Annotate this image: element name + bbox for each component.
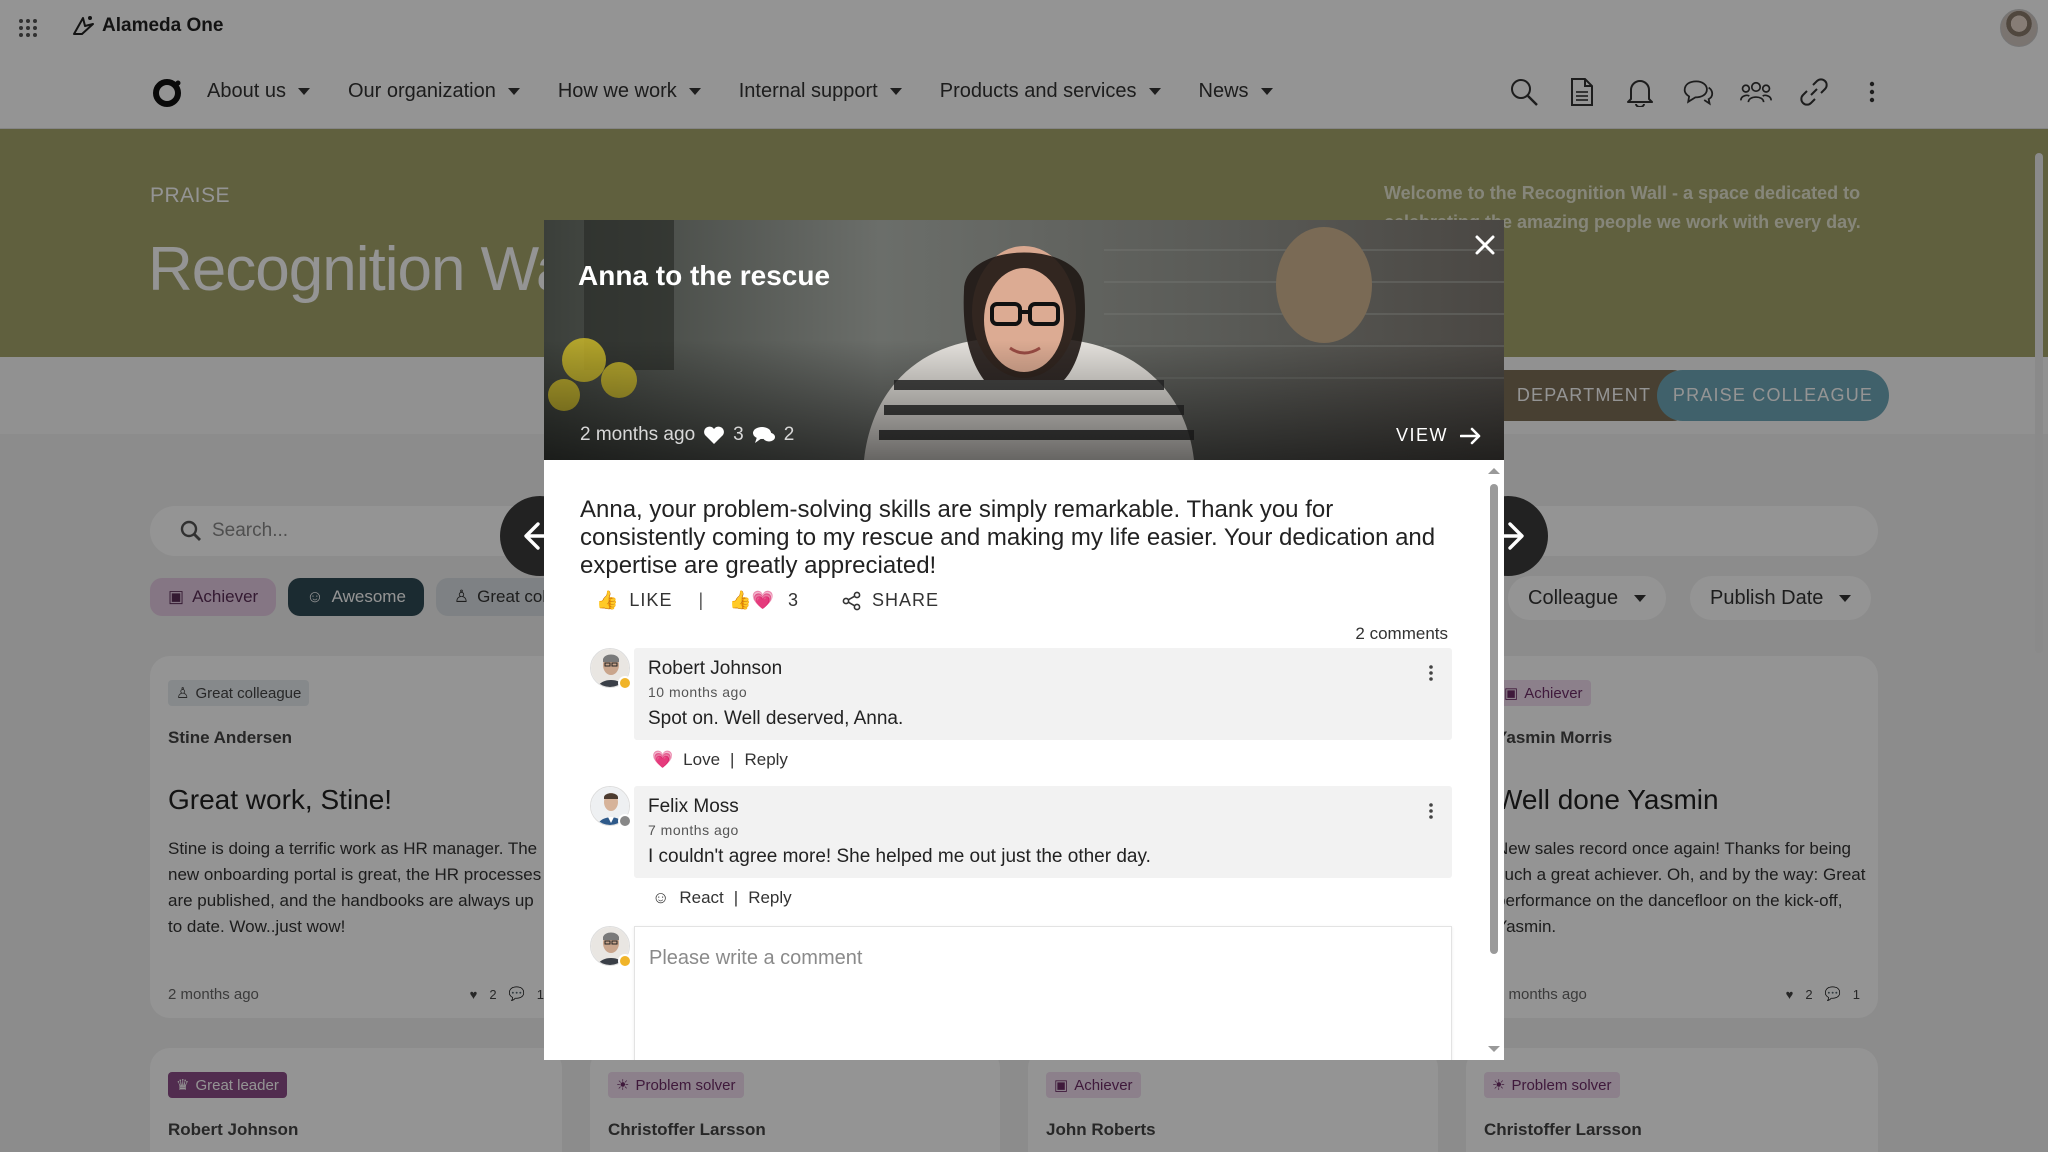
commenter-name[interactable]: Robert Johnson bbox=[648, 658, 782, 680]
scroll-up-icon[interactable] bbox=[1484, 464, 1504, 476]
share-icon bbox=[842, 591, 861, 610]
comment-time: 7 months ago bbox=[648, 822, 739, 838]
modal-comment-count: 2 bbox=[783, 424, 795, 445]
status-badge bbox=[618, 814, 632, 828]
comment-actions: ☺ React | Reply bbox=[652, 888, 792, 908]
comment-icon bbox=[752, 427, 775, 443]
comment-input[interactable] bbox=[649, 947, 1429, 970]
reaction-bar: 👍 LIKE | 👍 💗 3 SHARE bbox=[596, 590, 939, 611]
comment-text: Spot on. Well deserved, Anna. bbox=[648, 708, 904, 729]
react-button[interactable]: React bbox=[679, 888, 723, 908]
like-label: LIKE bbox=[629, 590, 673, 610]
page-scrollbar-thumb[interactable] bbox=[2035, 153, 2043, 653]
close-icon bbox=[1475, 235, 1495, 255]
modal-body-text: Anna, your problem-solving skills are si… bbox=[580, 496, 1436, 579]
status-badge bbox=[618, 954, 632, 968]
comment-actions: 💗 Love | Reply bbox=[652, 750, 788, 770]
comment-menu-icon[interactable] bbox=[1428, 664, 1434, 682]
heart-icon bbox=[704, 426, 725, 444]
modal-banner-image: Anna to the rescue 2 months ago 3 2 VIEW bbox=[544, 220, 1504, 460]
page-scrollbar[interactable] bbox=[2030, 129, 2048, 1152]
heart-reaction-icon: 💗 bbox=[652, 750, 674, 769]
comment-count-label: 2 comments bbox=[1355, 624, 1448, 643]
comment-text: I couldn't agree more! She helped me out… bbox=[648, 846, 1151, 867]
reply-button[interactable]: Reply bbox=[744, 750, 787, 770]
modal-time: 2 months ago bbox=[580, 424, 696, 445]
separator: | bbox=[730, 750, 735, 769]
modal-scrollbar-thumb[interactable] bbox=[1490, 484, 1498, 954]
modal-scrollbar[interactable] bbox=[1484, 460, 1504, 1060]
share-button[interactable]: SHARE bbox=[842, 590, 939, 611]
like-button[interactable]: 👍 LIKE bbox=[596, 590, 672, 611]
modal-meta: 2 months ago 3 2 bbox=[580, 424, 794, 446]
share-label: SHARE bbox=[872, 590, 940, 610]
love-reaction-button[interactable]: Love bbox=[683, 750, 720, 770]
reply-button[interactable]: Reply bbox=[748, 888, 791, 908]
comment-menu-icon[interactable] bbox=[1428, 802, 1434, 820]
separator: | bbox=[733, 888, 739, 907]
view-label: VIEW bbox=[1396, 425, 1449, 445]
comment: Robert Johnson 10 months ago Spot on. We… bbox=[634, 648, 1452, 740]
comment-composer[interactable] bbox=[634, 926, 1452, 1060]
modal-title: Anna to the rescue bbox=[578, 260, 831, 291]
arrow-right-icon bbox=[1460, 427, 1481, 444]
close-button[interactable] bbox=[1470, 230, 1500, 260]
scroll-down-icon[interactable] bbox=[1484, 1044, 1504, 1056]
modal-like-count: 3 bbox=[733, 424, 744, 445]
react-icon: ☺ bbox=[652, 888, 670, 907]
separator: | bbox=[698, 590, 704, 610]
comment: Felix Moss 7 months ago I couldn't agree… bbox=[634, 786, 1452, 878]
thumbs-up-icon: 👍 bbox=[596, 590, 620, 610]
view-link[interactable]: VIEW bbox=[1396, 425, 1482, 446]
commenter-name[interactable]: Felix Moss bbox=[648, 796, 739, 818]
reaction-count[interactable]: 3 bbox=[788, 590, 798, 611]
thumbs-up-icon: 👍 bbox=[729, 590, 752, 610]
praise-modal: Anna to the rescue 2 months ago 3 2 VIEW… bbox=[544, 220, 1504, 1060]
heart-reaction-icon: 💗 bbox=[751, 590, 774, 610]
comment-time: 10 months ago bbox=[648, 684, 748, 700]
status-badge bbox=[618, 676, 632, 690]
